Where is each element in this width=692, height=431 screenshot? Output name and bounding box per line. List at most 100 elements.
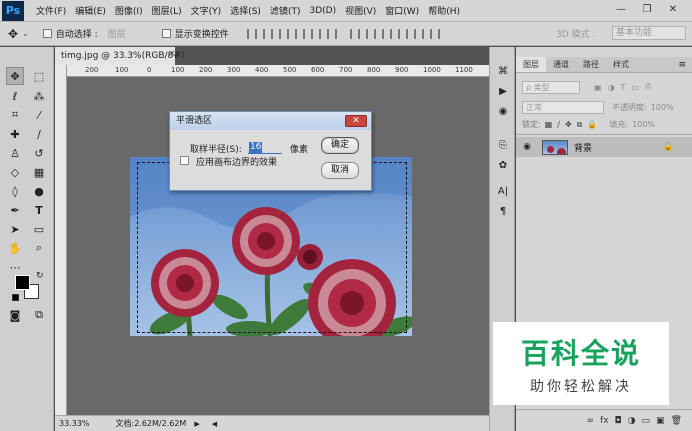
dodge-tool-button[interactable]: ● bbox=[30, 182, 48, 200]
history-brush-tool-button[interactable]: ↺ bbox=[30, 144, 48, 162]
zoom-level[interactable]: 33.33% bbox=[59, 419, 90, 428]
brush-tool-button[interactable]: ∕ bbox=[30, 125, 48, 143]
stamp-tool-button[interactable]: ♙ bbox=[6, 144, 24, 162]
quick-mask-icon[interactable]: ◙ bbox=[6, 306, 24, 324]
tab-paths[interactable]: 路径 bbox=[576, 57, 606, 72]
link-layers-icon[interactable]: ∞ bbox=[587, 416, 595, 426]
menu-view[interactable]: 视图(V) bbox=[345, 4, 376, 17]
opacity-value[interactable]: 100% bbox=[651, 103, 674, 112]
align-bottom-icon[interactable] bbox=[278, 28, 289, 39]
layer-name[interactable]: 背景 bbox=[574, 141, 592, 154]
filter-smart-icon[interactable]: ⎙ bbox=[645, 82, 651, 92]
filter-shape-icon[interactable]: ▭ bbox=[631, 83, 639, 92]
filter-pixel-icon[interactable]: ▣ bbox=[594, 83, 602, 92]
menu-help[interactable]: 帮助(H) bbox=[428, 4, 460, 17]
fill-value[interactable]: 100% bbox=[632, 120, 655, 129]
add-mask-icon[interactable]: ◘ bbox=[615, 416, 622, 426]
menu-3d[interactable]: 3D(D) bbox=[309, 6, 336, 16]
lock-paint-icon[interactable]: ∕ bbox=[557, 120, 560, 129]
distribute-left-icon[interactable] bbox=[397, 28, 408, 39]
move-tool-icon[interactable]: ✥ bbox=[8, 27, 18, 41]
adjustments-panel-icon[interactable]: ⎘ bbox=[495, 137, 511, 153]
menu-type[interactable]: 文字(Y) bbox=[191, 4, 222, 17]
lock-all-icon[interactable]: 🔒 bbox=[587, 120, 597, 129]
close-window-button[interactable]: ✕ bbox=[664, 2, 682, 17]
tab-styles[interactable]: 样式 bbox=[606, 57, 636, 72]
distribute-bottom-icon[interactable] bbox=[381, 28, 392, 39]
workspace-select[interactable]: 基本功能 bbox=[612, 26, 686, 40]
layer-kind-filter[interactable]: ρ 类型 bbox=[522, 80, 580, 94]
magic-wand-tool-button[interactable]: ⁂ bbox=[30, 87, 48, 105]
lock-transparent-icon[interactable]: ▦ bbox=[545, 120, 553, 129]
filter-adjust-icon[interactable]: ◑ bbox=[608, 83, 615, 92]
cancel-button[interactable]: 取消 bbox=[321, 162, 359, 179]
layer-style-icon[interactable]: fx bbox=[600, 416, 609, 426]
pen-tool-button[interactable]: ✒ bbox=[6, 201, 24, 219]
crop-tool-button[interactable]: ⌗ bbox=[6, 106, 24, 124]
default-colors-icon[interactable] bbox=[12, 294, 19, 301]
marquee-tool-button[interactable]: ⬚ bbox=[30, 67, 48, 85]
distribute-hcenter-icon[interactable] bbox=[413, 28, 424, 39]
auto-select-checkbox[interactable] bbox=[42, 29, 52, 38]
paragraph-panel-icon[interactable]: ¶ bbox=[495, 203, 511, 219]
eyedropper-tool-button[interactable]: ⁄ bbox=[30, 106, 48, 124]
panel-menu-icon[interactable]: ≡ bbox=[678, 57, 686, 72]
swap-colors-icon[interactable]: ↻ bbox=[36, 271, 44, 281]
layer-row-background[interactable]: ◉ 背景 🔒 bbox=[516, 137, 692, 157]
new-layer-icon[interactable]: ▣ bbox=[656, 416, 665, 426]
actions-play-icon[interactable]: ▶ bbox=[495, 83, 511, 99]
lasso-tool-button[interactable]: ℓ bbox=[6, 87, 24, 105]
menu-filter[interactable]: 滤镜(T) bbox=[270, 4, 301, 17]
align-hcenter-icon[interactable] bbox=[310, 28, 321, 39]
menu-edit[interactable]: 编辑(E) bbox=[75, 4, 106, 17]
align-top-icon[interactable] bbox=[246, 28, 257, 39]
distribute-top-icon[interactable] bbox=[349, 28, 360, 39]
visibility-eye-icon[interactable]: ◉ bbox=[520, 142, 534, 152]
blur-tool-button[interactable]: ◊ bbox=[6, 182, 24, 200]
apply-edge-checkbox[interactable] bbox=[180, 156, 189, 165]
lock-move-icon[interactable]: ✥ bbox=[565, 120, 572, 129]
tool-preset-chevron-icon[interactable]: ⌄ bbox=[22, 29, 29, 38]
menu-layer[interactable]: 图层(L) bbox=[152, 4, 182, 17]
history-panel-icon[interactable]: ⌘ bbox=[495, 63, 511, 79]
properties-panel-icon[interactable]: ◉ bbox=[495, 103, 511, 119]
status-scroll-left-icon[interactable]: ◀ bbox=[212, 420, 217, 428]
screen-mode-icon[interactable]: ⧉ bbox=[30, 306, 48, 324]
brush-panel-icon[interactable]: ✿ bbox=[495, 157, 511, 173]
dialog-title[interactable]: 平滑选区 bbox=[170, 112, 371, 130]
menu-image[interactable]: 图像(I) bbox=[115, 4, 143, 17]
blend-mode-select[interactable]: 正常 bbox=[522, 100, 604, 114]
foreground-color-swatch[interactable] bbox=[15, 275, 30, 290]
dialog-close-button[interactable]: ✕ bbox=[345, 115, 367, 127]
path-select-tool-button[interactable]: ➤ bbox=[6, 220, 24, 238]
more-tools-icon[interactable]: ⋯ bbox=[6, 258, 24, 276]
adjustment-layer-icon[interactable]: ◑ bbox=[628, 416, 636, 426]
document-tab[interactable]: timg.jpg @ 33.3%(RGB/8#) bbox=[55, 47, 184, 65]
distribute-right-icon[interactable] bbox=[429, 28, 440, 39]
tab-channels[interactable]: 通道 bbox=[546, 57, 576, 72]
type-tool-button[interactable]: T bbox=[30, 201, 48, 219]
status-menu-arrow-icon[interactable]: ▶ bbox=[194, 420, 199, 428]
tab-layers[interactable]: 图层 bbox=[516, 57, 546, 72]
zoom-tool-button[interactable]: ⌕ bbox=[30, 239, 48, 257]
align-vcenter-icon[interactable] bbox=[262, 28, 273, 39]
sample-radius-value[interactable]: 16 bbox=[249, 142, 262, 153]
menu-window[interactable]: 窗口(W) bbox=[385, 4, 419, 17]
menu-file[interactable]: 文件(F) bbox=[36, 4, 66, 17]
shape-tool-button[interactable]: ▭ bbox=[30, 220, 48, 238]
distribute-vcenter-icon[interactable] bbox=[365, 28, 376, 39]
align-left-icon[interactable] bbox=[294, 28, 305, 39]
eraser-tool-button[interactable]: ◇ bbox=[6, 163, 24, 181]
gradient-tool-button[interactable]: ▦ bbox=[30, 163, 48, 181]
ok-button[interactable]: 确定 bbox=[321, 137, 359, 154]
document-tab-close-icon[interactable]: × bbox=[168, 49, 176, 59]
show-transform-checkbox[interactable] bbox=[161, 29, 171, 38]
auto-select-target[interactable]: 图层 bbox=[108, 27, 126, 40]
new-group-icon[interactable]: ▭ bbox=[642, 416, 651, 426]
restore-button[interactable]: ❐ bbox=[638, 2, 656, 17]
filter-type-icon[interactable]: T bbox=[621, 83, 626, 92]
healing-tool-button[interactable]: ✚ bbox=[6, 125, 24, 143]
move-tool-button[interactable]: ✥ bbox=[6, 67, 24, 85]
menu-select[interactable]: 选择(S) bbox=[230, 4, 261, 17]
delete-layer-icon[interactable]: 🗑 bbox=[671, 416, 682, 426]
